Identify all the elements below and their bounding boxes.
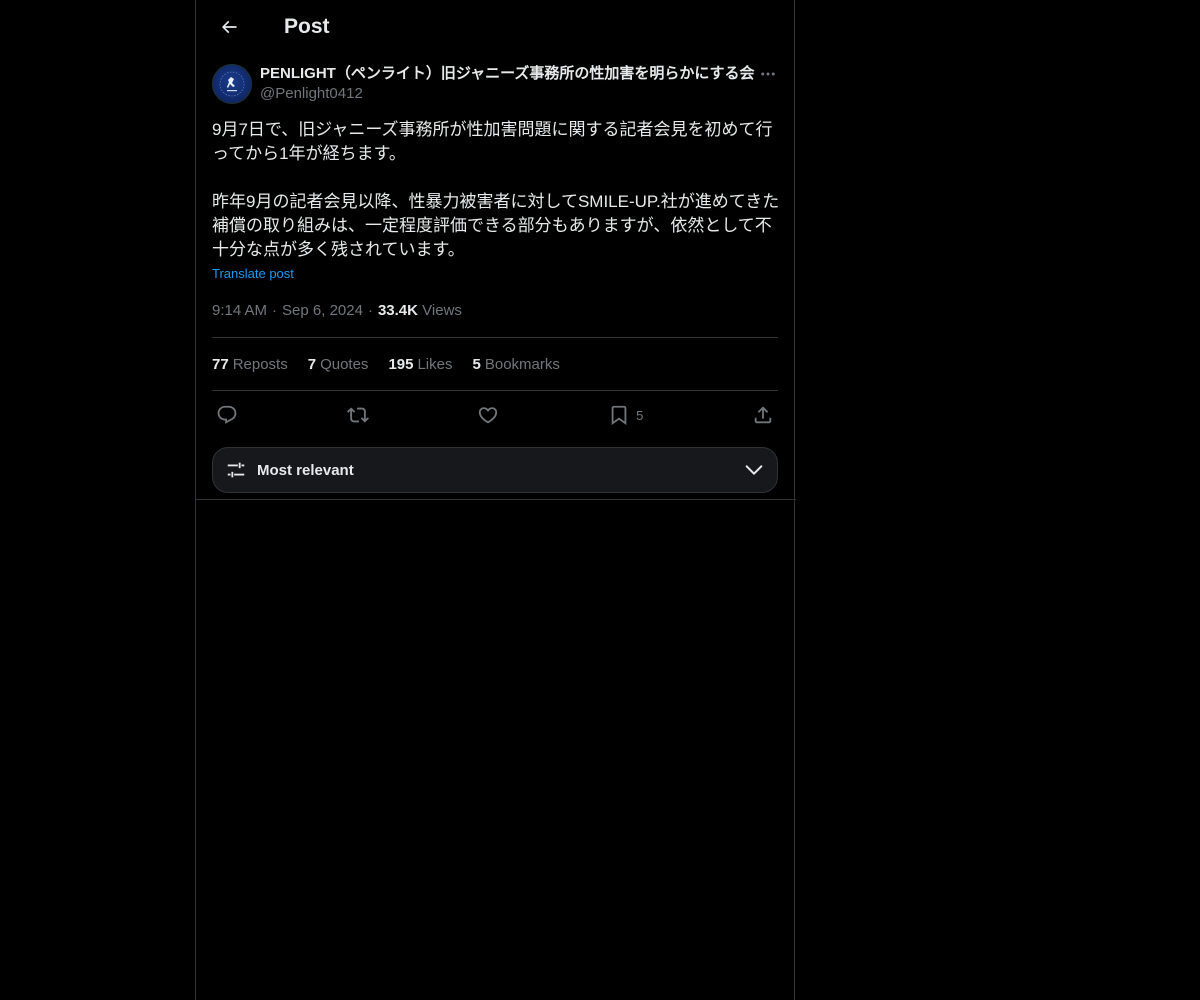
- reply-icon: [217, 405, 237, 424]
- separator-dot: ·: [367, 302, 373, 319]
- bookmarks-stat[interactable]: 5 Bookmarks: [473, 356, 560, 373]
- quotes-count: 7: [307, 355, 317, 373]
- reposts-count: 77: [212, 355, 229, 373]
- bookmarks-count: 5: [472, 355, 481, 373]
- reposts-label: Reposts: [232, 355, 288, 373]
- main-column: Post PENLIGHT（ペンライト）旧ジャニーズ事務所の性加害を明らかにする…: [195, 0, 796, 1000]
- back-button[interactable]: [212, 10, 246, 44]
- sort-label: Most relevant: [257, 461, 354, 479]
- bookmark-button[interactable]: 5: [608, 404, 643, 426]
- author-handle[interactable]: @Penlight0412: [260, 84, 758, 104]
- reply-button[interactable]: [216, 404, 238, 426]
- repost-icon: [346, 407, 369, 423]
- views-label: Views: [422, 302, 462, 319]
- separator-dot: ·: [272, 302, 278, 319]
- bookmarks-label: Bookmarks: [484, 355, 560, 373]
- heart-icon: [479, 407, 498, 424]
- quotes-label: Quotes: [320, 355, 369, 373]
- author-row: PENLIGHT（ペンライト）旧ジャニーズ事務所の性加害を明らかにする会 @Pe…: [212, 64, 778, 104]
- reposts-stat[interactable]: 77 Reposts: [212, 356, 288, 373]
- sort-replies-dropdown[interactable]: Most relevant: [212, 447, 778, 493]
- action-bar: 5: [212, 391, 778, 439]
- chevron-down-icon: [745, 465, 763, 475]
- likes-count: 195: [388, 355, 414, 373]
- author-meta: PENLIGHT（ペンライト）旧ジャニーズ事務所の性加害を明らかにする会 @Pe…: [260, 64, 758, 104]
- post: PENLIGHT（ペンライト）旧ジャニーズ事務所の性加害を明らかにする会 @Pe…: [196, 54, 794, 493]
- more-dots-icon: [761, 72, 775, 76]
- repost-button[interactable]: [346, 404, 369, 426]
- post-time[interactable]: 9:14 AM: [212, 302, 267, 319]
- post-date[interactable]: Sep 6, 2024: [282, 302, 363, 319]
- top-header: Post: [196, 0, 794, 54]
- translate-post-link[interactable]: Translate post: [212, 266, 294, 281]
- likes-stat[interactable]: 195 Likes: [388, 356, 452, 373]
- bookmark-icon: [611, 405, 627, 426]
- share-icon: [754, 406, 772, 424]
- like-button[interactable]: [477, 404, 499, 426]
- sliders-icon: [227, 462, 245, 478]
- quotes-stat[interactable]: 7 Quotes: [308, 356, 369, 373]
- arrow-left-icon: [221, 20, 237, 34]
- share-button[interactable]: [752, 404, 774, 426]
- penlight-logo-icon: [219, 71, 245, 97]
- section-divider: [196, 499, 796, 500]
- page-title: Post: [284, 15, 330, 38]
- more-options-button[interactable]: [758, 64, 778, 84]
- post-text: 9月7日で、旧ジャニーズ事務所が性加害問題に関する記者会見を初めて行ってから1年…: [212, 120, 780, 259]
- views-count: 33.4K: [377, 302, 418, 319]
- likes-label: Likes: [417, 355, 453, 373]
- post-timestamp: 9:14 AM · Sep 6, 2024 · 33.4K Views: [212, 301, 778, 321]
- avatar[interactable]: [212, 64, 252, 104]
- author-name[interactable]: PENLIGHT（ペンライト）旧ジャニーズ事務所の性加害を明らかにする会: [260, 64, 758, 84]
- engagement-stats: 77 Reposts 7 Quotes 195 Likes 5 Bookmarks: [212, 338, 778, 390]
- bookmark-count: 5: [636, 407, 644, 423]
